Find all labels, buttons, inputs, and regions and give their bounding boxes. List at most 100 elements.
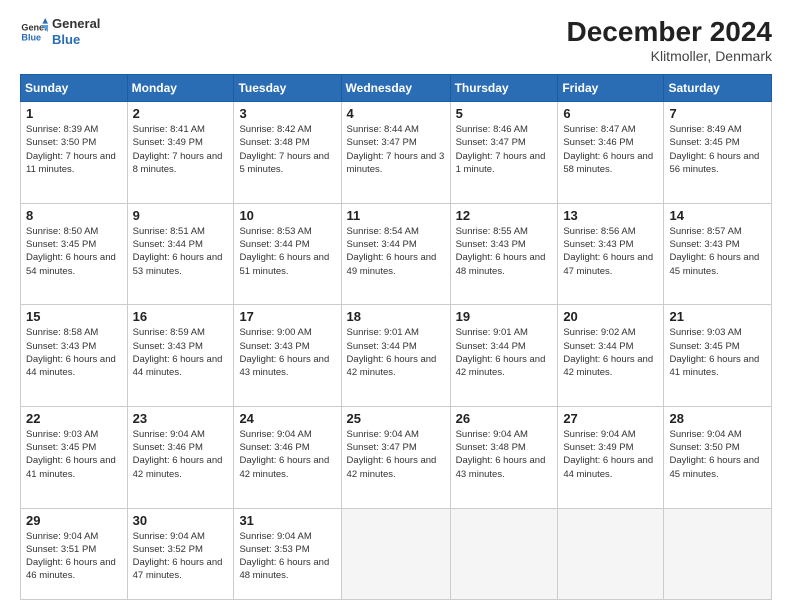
logo-general: General (52, 16, 100, 32)
day-detail: Sunrise: 9:04 AM Sunset: 3:49 PM Dayligh… (563, 428, 658, 481)
daylight-label: Daylight: 6 hours and 42 minutes. (456, 354, 546, 378)
daylight-label: Daylight: 6 hours and 41 minutes. (26, 455, 116, 479)
day-number: 29 (26, 513, 122, 528)
calendar-week-2: 8 Sunrise: 8:50 AM Sunset: 3:45 PM Dayli… (21, 203, 772, 305)
day-number: 30 (133, 513, 229, 528)
day-detail: Sunrise: 9:04 AM Sunset: 3:51 PM Dayligh… (26, 530, 122, 583)
day-number: 27 (563, 411, 658, 426)
daylight-label: Daylight: 6 hours and 44 minutes. (26, 354, 116, 378)
sunrise-label: Sunrise: 8:49 AM (669, 124, 741, 135)
calendar-cell: 15 Sunrise: 8:58 AM Sunset: 3:43 PM Dayl… (21, 305, 128, 407)
calendar-cell: 2 Sunrise: 8:41 AM Sunset: 3:49 PM Dayli… (127, 102, 234, 204)
day-detail: Sunrise: 8:49 AM Sunset: 3:45 PM Dayligh… (669, 123, 766, 176)
calendar-cell: 31 Sunrise: 9:04 AM Sunset: 3:53 PM Dayl… (234, 508, 341, 600)
day-number: 1 (26, 106, 122, 121)
day-number: 28 (669, 411, 766, 426)
daylight-label: Daylight: 7 hours and 3 minutes. (347, 151, 445, 175)
day-number: 13 (563, 208, 658, 223)
sunrise-label: Sunrise: 9:04 AM (133, 429, 205, 440)
day-detail: Sunrise: 8:47 AM Sunset: 3:46 PM Dayligh… (563, 123, 658, 176)
day-detail: Sunrise: 9:03 AM Sunset: 3:45 PM Dayligh… (669, 326, 766, 379)
daylight-label: Daylight: 6 hours and 53 minutes. (133, 252, 223, 276)
sunset-label: Sunset: 3:50 PM (669, 442, 739, 453)
day-number: 10 (239, 208, 335, 223)
sunrise-label: Sunrise: 8:39 AM (26, 124, 98, 135)
daylight-label: Daylight: 6 hours and 44 minutes. (563, 455, 653, 479)
day-detail: Sunrise: 8:53 AM Sunset: 3:44 PM Dayligh… (239, 225, 335, 278)
page: General Blue General Blue December 2024 … (0, 0, 792, 612)
sunrise-label: Sunrise: 9:01 AM (347, 327, 419, 338)
daylight-label: Daylight: 6 hours and 42 minutes. (347, 455, 437, 479)
daylight-label: Daylight: 6 hours and 46 minutes. (26, 557, 116, 581)
sunrise-label: Sunrise: 8:47 AM (563, 124, 635, 135)
sunrise-label: Sunrise: 9:04 AM (239, 531, 311, 542)
calendar-cell: 26 Sunrise: 9:04 AM Sunset: 3:48 PM Dayl… (450, 406, 558, 508)
calendar-cell: 6 Sunrise: 8:47 AM Sunset: 3:46 PM Dayli… (558, 102, 664, 204)
day-detail: Sunrise: 9:00 AM Sunset: 3:43 PM Dayligh… (239, 326, 335, 379)
daylight-label: Daylight: 6 hours and 47 minutes. (563, 252, 653, 276)
sunrise-label: Sunrise: 9:03 AM (669, 327, 741, 338)
calendar-cell: 8 Sunrise: 8:50 AM Sunset: 3:45 PM Dayli… (21, 203, 128, 305)
calendar-cell: 30 Sunrise: 9:04 AM Sunset: 3:52 PM Dayl… (127, 508, 234, 600)
day-detail: Sunrise: 8:51 AM Sunset: 3:44 PM Dayligh… (133, 225, 229, 278)
calendar-cell: 23 Sunrise: 9:04 AM Sunset: 3:46 PM Dayl… (127, 406, 234, 508)
sunset-label: Sunset: 3:44 PM (347, 239, 417, 250)
day-number: 24 (239, 411, 335, 426)
calendar-week-1: 1 Sunrise: 8:39 AM Sunset: 3:50 PM Dayli… (21, 102, 772, 204)
day-number: 2 (133, 106, 229, 121)
sunrise-label: Sunrise: 8:41 AM (133, 124, 205, 135)
daylight-label: Daylight: 6 hours and 44 minutes. (133, 354, 223, 378)
calendar-cell: 16 Sunrise: 8:59 AM Sunset: 3:43 PM Dayl… (127, 305, 234, 407)
col-header-monday: Monday (127, 75, 234, 102)
day-detail: Sunrise: 8:57 AM Sunset: 3:43 PM Dayligh… (669, 225, 766, 278)
calendar-cell: 4 Sunrise: 8:44 AM Sunset: 3:47 PM Dayli… (341, 102, 450, 204)
sunset-label: Sunset: 3:45 PM (26, 442, 96, 453)
sunrise-label: Sunrise: 9:04 AM (239, 429, 311, 440)
daylight-label: Daylight: 7 hours and 5 minutes. (239, 151, 329, 175)
day-number: 18 (347, 309, 445, 324)
calendar-cell: 12 Sunrise: 8:55 AM Sunset: 3:43 PM Dayl… (450, 203, 558, 305)
day-detail: Sunrise: 9:04 AM Sunset: 3:46 PM Dayligh… (239, 428, 335, 481)
day-detail: Sunrise: 8:59 AM Sunset: 3:43 PM Dayligh… (133, 326, 229, 379)
calendar-cell: 1 Sunrise: 8:39 AM Sunset: 3:50 PM Dayli… (21, 102, 128, 204)
sunset-label: Sunset: 3:50 PM (26, 137, 96, 148)
calendar-cell: 9 Sunrise: 8:51 AM Sunset: 3:44 PM Dayli… (127, 203, 234, 305)
day-number: 3 (239, 106, 335, 121)
daylight-label: Daylight: 6 hours and 54 minutes. (26, 252, 116, 276)
daylight-label: Daylight: 6 hours and 49 minutes. (347, 252, 437, 276)
sunrise-label: Sunrise: 9:04 AM (133, 531, 205, 542)
sunset-label: Sunset: 3:51 PM (26, 544, 96, 555)
calendar-cell (450, 508, 558, 600)
day-number: 26 (456, 411, 553, 426)
sunrise-label: Sunrise: 9:02 AM (563, 327, 635, 338)
day-number: 25 (347, 411, 445, 426)
sunset-label: Sunset: 3:43 PM (239, 341, 309, 352)
daylight-label: Daylight: 6 hours and 58 minutes. (563, 151, 653, 175)
calendar-cell: 20 Sunrise: 9:02 AM Sunset: 3:44 PM Dayl… (558, 305, 664, 407)
sunrise-label: Sunrise: 8:50 AM (26, 226, 98, 237)
sunset-label: Sunset: 3:48 PM (456, 442, 526, 453)
sunrise-label: Sunrise: 9:00 AM (239, 327, 311, 338)
daylight-label: Daylight: 6 hours and 42 minutes. (563, 354, 653, 378)
sunrise-label: Sunrise: 9:03 AM (26, 429, 98, 440)
day-number: 4 (347, 106, 445, 121)
sunset-label: Sunset: 3:48 PM (239, 137, 309, 148)
day-number: 12 (456, 208, 553, 223)
title-block: December 2024 Klitmoller, Denmark (567, 16, 772, 64)
daylight-label: Daylight: 6 hours and 41 minutes. (669, 354, 759, 378)
daylight-label: Daylight: 7 hours and 11 minutes. (26, 151, 116, 175)
day-detail: Sunrise: 8:56 AM Sunset: 3:43 PM Dayligh… (563, 225, 658, 278)
day-number: 19 (456, 309, 553, 324)
calendar-cell (341, 508, 450, 600)
calendar-cell: 7 Sunrise: 8:49 AM Sunset: 3:45 PM Dayli… (664, 102, 772, 204)
day-detail: Sunrise: 9:04 AM Sunset: 3:52 PM Dayligh… (133, 530, 229, 583)
calendar-week-4: 22 Sunrise: 9:03 AM Sunset: 3:45 PM Dayl… (21, 406, 772, 508)
sunset-label: Sunset: 3:45 PM (669, 341, 739, 352)
daylight-label: Daylight: 6 hours and 42 minutes. (347, 354, 437, 378)
sunset-label: Sunset: 3:44 PM (456, 341, 526, 352)
day-detail: Sunrise: 8:58 AM Sunset: 3:43 PM Dayligh… (26, 326, 122, 379)
logo: General Blue General Blue (20, 16, 100, 47)
calendar-cell: 10 Sunrise: 8:53 AM Sunset: 3:44 PM Dayl… (234, 203, 341, 305)
sunset-label: Sunset: 3:46 PM (239, 442, 309, 453)
sunrise-label: Sunrise: 8:59 AM (133, 327, 205, 338)
